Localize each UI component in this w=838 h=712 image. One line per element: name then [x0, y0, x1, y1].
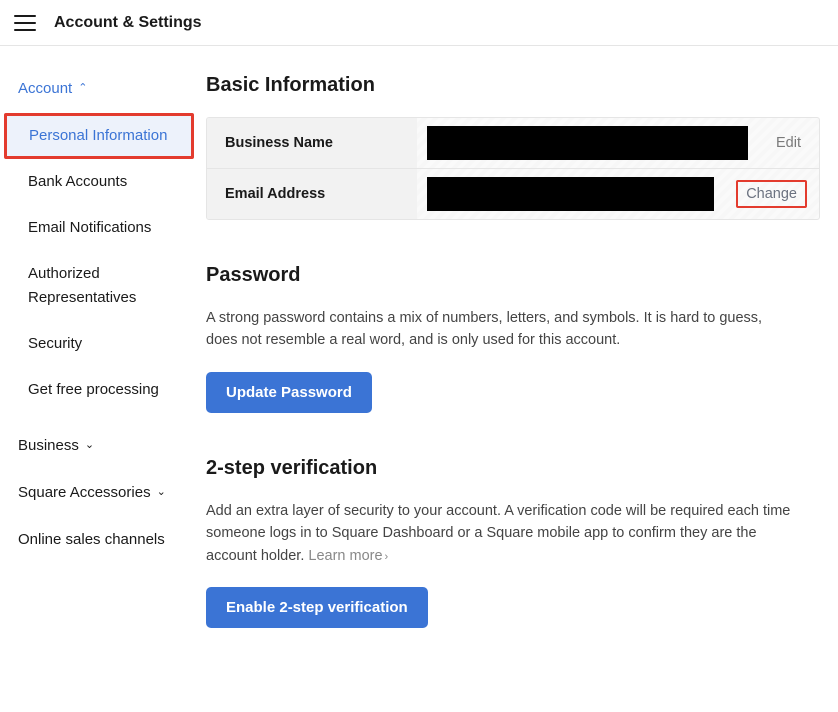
sidebar-header-online-sales-channels[interactable]: Online sales channels	[0, 525, 200, 554]
sidebar-item-authorized-representatives[interactable]: Authorized Representatives	[0, 251, 200, 321]
sidebar-group-account: Account ⌃ Personal Information Bank Acco…	[0, 74, 200, 413]
sidebar-item-email-notifications[interactable]: Email Notifications	[0, 205, 200, 251]
sidebar-header-business[interactable]: Business ⌄	[0, 431, 200, 460]
redacted-value	[427, 177, 714, 211]
password-desc: A strong password contains a mix of numb…	[206, 307, 796, 352]
sidebar-group-square-accessories: Square Accessories ⌄	[0, 478, 200, 507]
sidebar-header-account[interactable]: Account ⌃	[0, 74, 200, 103]
sidebar-header-label: Account	[18, 80, 72, 97]
table-row: Business Name Edit	[207, 118, 819, 168]
sidebar-item-security[interactable]: Security	[0, 321, 200, 367]
chevron-right-icon: ›	[385, 551, 389, 563]
sidebar-item-bank-accounts[interactable]: Bank Accounts	[0, 159, 200, 205]
basic-information-box: Business Name Edit Email Address Change	[206, 117, 820, 220]
email-address-label: Email Address	[207, 169, 417, 219]
sidebar-header-label: Business	[18, 437, 79, 454]
sidebar-item-get-free-processing[interactable]: Get free processing	[0, 367, 200, 413]
topbar: Account & Settings	[0, 0, 838, 46]
redacted-value	[427, 126, 748, 160]
chevron-down-icon: ⌄	[85, 440, 94, 451]
business-name-value	[417, 118, 758, 168]
table-row: Email Address Change	[207, 168, 819, 219]
email-address-value	[417, 169, 724, 219]
edit-business-name-link[interactable]: Edit	[770, 133, 807, 153]
password-title: Password	[206, 264, 820, 287]
page-title: Account & Settings	[54, 14, 202, 32]
sidebar-header-label: Online sales channels	[18, 531, 165, 548]
sidebar-item-personal-information[interactable]: Personal Information	[4, 113, 194, 159]
sidebar-group-business: Business ⌄	[0, 431, 200, 460]
sidebar: Account ⌃ Personal Information Bank Acco…	[0, 46, 200, 712]
two-step-section: 2-step verification Add an extra layer o…	[206, 457, 820, 628]
sidebar-header-square-accessories[interactable]: Square Accessories ⌄	[0, 478, 200, 507]
chevron-up-icon: ⌃	[78, 83, 87, 94]
learn-more-link[interactable]: Learn more›	[308, 548, 388, 564]
hamburger-icon[interactable]	[14, 15, 36, 31]
two-step-desc-text: Add an extra layer of security to your a…	[206, 503, 790, 564]
two-step-title: 2-step verification	[206, 457, 820, 480]
update-password-button[interactable]: Update Password	[206, 372, 372, 413]
change-email-link[interactable]: Change	[736, 180, 807, 208]
business-name-label: Business Name	[207, 118, 417, 168]
enable-two-step-button[interactable]: Enable 2-step verification	[206, 587, 428, 628]
sidebar-header-label: Square Accessories	[18, 484, 151, 501]
chevron-down-icon: ⌄	[157, 487, 166, 498]
basic-information-title: Basic Information	[206, 74, 820, 97]
learn-more-label: Learn more	[308, 548, 382, 564]
sidebar-group-online-sales-channels: Online sales channels	[0, 525, 200, 554]
main-content: Basic Information Business Name Edit Ema…	[200, 46, 838, 712]
two-step-desc: Add an extra layer of security to your a…	[206, 500, 796, 567]
password-section: Password A strong password contains a mi…	[206, 264, 820, 413]
